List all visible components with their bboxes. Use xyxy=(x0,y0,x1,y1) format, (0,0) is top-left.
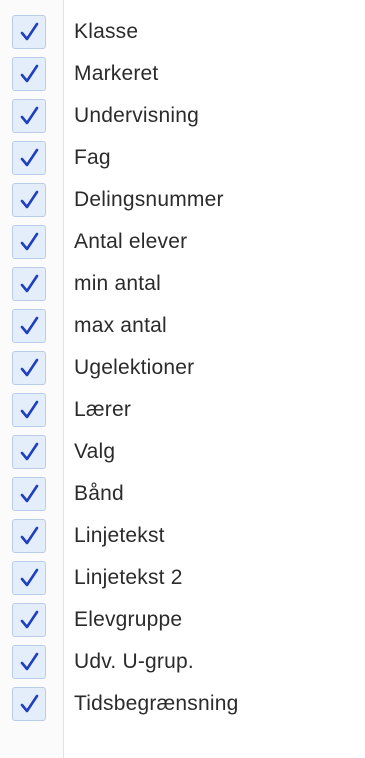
checkbox[interactable] xyxy=(12,309,46,343)
list-item[interactable]: Linjetekst xyxy=(0,515,365,557)
checkmark-icon xyxy=(20,442,39,461)
list-item[interactable]: Udv. U-grup. xyxy=(0,641,365,683)
checkmark-icon xyxy=(20,64,39,83)
checkmark-icon xyxy=(20,316,39,335)
list-item[interactable]: min antal xyxy=(0,263,365,305)
column-chooser-panel: Klasse Markeret Undervisning Fag Delings… xyxy=(0,0,365,758)
column-label: Antal elever xyxy=(74,230,188,253)
list-item[interactable]: Markeret xyxy=(0,53,365,95)
column-label: Markeret xyxy=(74,62,159,85)
checkbox[interactable] xyxy=(12,183,46,217)
list-item[interactable]: Undervisning xyxy=(0,95,365,137)
list-item[interactable]: Linjetekst 2 xyxy=(0,557,365,599)
column-label: Udv. U-grup. xyxy=(74,650,194,673)
checkmark-icon xyxy=(20,22,39,41)
checkbox[interactable] xyxy=(12,225,46,259)
list-item[interactable]: Bånd xyxy=(0,473,365,515)
column-label: Delingsnummer xyxy=(74,188,224,211)
column-label: min antal xyxy=(74,272,162,295)
checkbox[interactable] xyxy=(12,519,46,553)
checkmark-icon xyxy=(20,232,39,251)
list-item[interactable]: max antal xyxy=(0,305,365,347)
list-item[interactable]: Antal elever xyxy=(0,221,365,263)
list-item[interactable]: Delingsnummer xyxy=(0,179,365,221)
checkbox[interactable] xyxy=(12,15,46,49)
list-item[interactable]: Klasse xyxy=(0,11,365,53)
checkmark-icon xyxy=(20,484,39,503)
checkbox[interactable] xyxy=(12,477,46,511)
column-label: max antal xyxy=(74,314,167,337)
checkmark-icon xyxy=(20,652,39,671)
column-label: Elevgruppe xyxy=(74,608,183,631)
column-label: Lærer xyxy=(74,398,132,421)
checkmark-icon xyxy=(20,358,39,377)
list-item[interactable]: Lærer xyxy=(0,389,365,431)
column-label: Valg xyxy=(74,440,116,463)
checkbox[interactable] xyxy=(12,435,46,469)
column-label: Undervisning xyxy=(74,104,199,127)
checkbox[interactable] xyxy=(12,645,46,679)
checkmark-icon xyxy=(20,274,39,293)
list-item[interactable]: Elevgruppe xyxy=(0,599,365,641)
list-item[interactable]: Fag xyxy=(0,137,365,179)
checkbox[interactable] xyxy=(12,561,46,595)
checkmark-icon xyxy=(20,106,39,125)
column-label: Bånd xyxy=(74,482,124,505)
column-label: Linjetekst xyxy=(74,524,165,547)
checkbox[interactable] xyxy=(12,141,46,175)
column-label: Fag xyxy=(74,146,111,169)
checkmark-icon xyxy=(20,190,39,209)
checkbox[interactable] xyxy=(12,267,46,301)
column-list: Klasse Markeret Undervisning Fag Delings… xyxy=(0,11,365,725)
column-label: Ugelektioner xyxy=(74,356,195,379)
checkbox[interactable] xyxy=(12,57,46,91)
checkbox[interactable] xyxy=(12,393,46,427)
checkbox[interactable] xyxy=(12,99,46,133)
checkmark-icon xyxy=(20,148,39,167)
column-label: Klasse xyxy=(74,20,139,43)
column-label: Linjetekst 2 xyxy=(74,566,183,589)
list-item[interactable]: Valg xyxy=(0,431,365,473)
column-label: Tidsbegrænsning xyxy=(74,692,239,715)
list-item[interactable]: Tidsbegrænsning xyxy=(0,683,365,725)
checkmark-icon xyxy=(20,526,39,545)
list-item[interactable]: Ugelektioner xyxy=(0,347,365,389)
checkbox[interactable] xyxy=(12,351,46,385)
checkbox[interactable] xyxy=(12,603,46,637)
checkbox[interactable] xyxy=(12,687,46,721)
checkmark-icon xyxy=(20,568,39,587)
checkmark-icon xyxy=(20,694,39,713)
checkmark-icon xyxy=(20,400,39,419)
checkmark-icon xyxy=(20,610,39,629)
